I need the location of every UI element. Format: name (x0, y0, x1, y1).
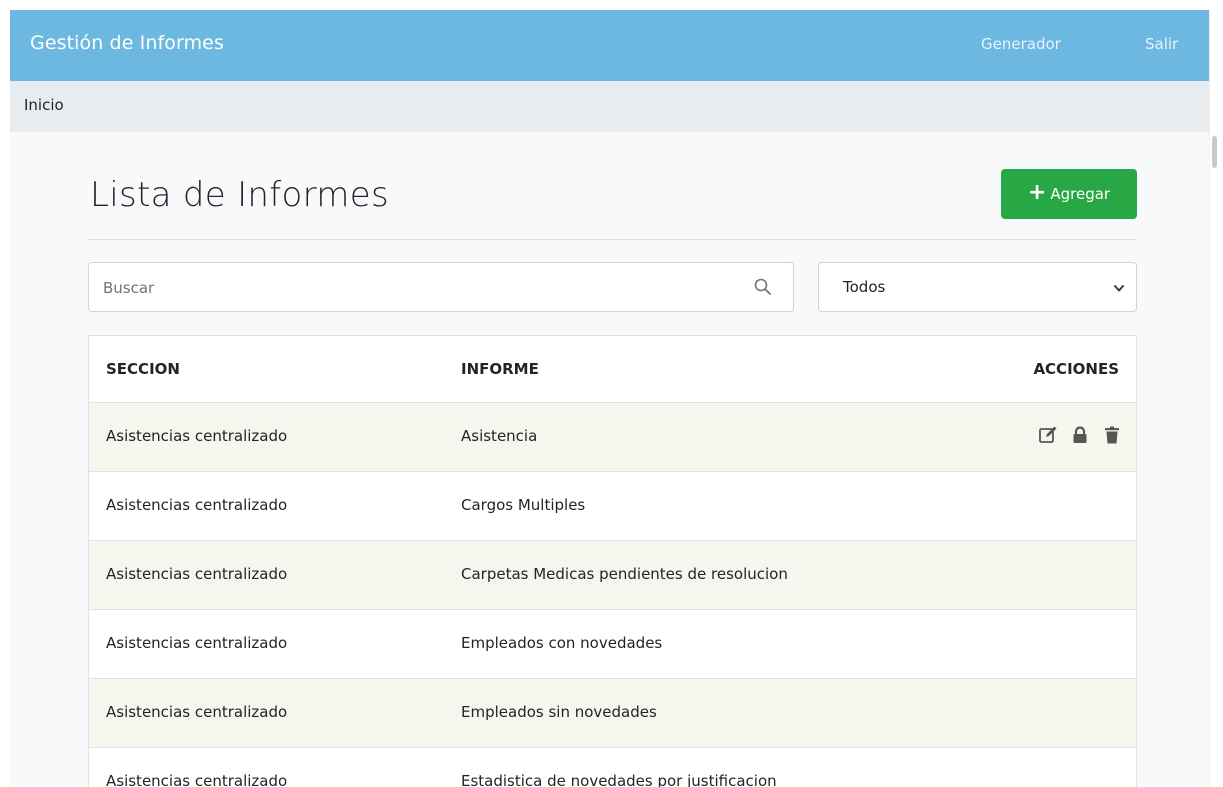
table-row[interactable]: Asistencias centralizado Empleados sin n… (89, 678, 1136, 747)
nav-link-generador[interactable]: Generador (981, 35, 1061, 53)
row-actions (1038, 425, 1122, 445)
cell-informe: Carpetas Medicas pendientes de resolucio… (461, 565, 788, 583)
breadcrumb: Inicio (10, 81, 1210, 132)
vertical-scrollbar[interactable] (1209, 10, 1223, 787)
column-header-acciones: ACCIONES (1033, 360, 1119, 378)
cell-seccion: Asistencias centralizado (106, 703, 288, 721)
edit-icon[interactable] (1038, 425, 1058, 445)
column-header-informe: INFORME (461, 360, 539, 378)
column-header-seccion: SECCION (106, 360, 180, 378)
select-value: Todos (843, 278, 886, 296)
scrollbar-thumb[interactable] (1212, 136, 1217, 168)
brand-link[interactable]: Gestión de Informes (30, 32, 224, 54)
header-divider (88, 239, 1137, 240)
cell-informe: Estadistica de novedades por justificaci… (461, 772, 777, 787)
table-row[interactable]: Asistencias centralizado Estadistica de … (89, 747, 1136, 787)
table-row[interactable]: Asistencias centralizado Empleados con n… (89, 609, 1136, 678)
page-title: Lista de Informes (90, 175, 389, 215)
breadcrumb-item-inicio[interactable]: Inicio (24, 96, 64, 114)
add-button-label: Agregar (1050, 185, 1111, 203)
search-box[interactable] (88, 262, 794, 312)
table-row[interactable]: Asistencias centralizado Carpetas Medica… (89, 540, 1136, 609)
add-button[interactable]: + Agregar (1001, 169, 1137, 219)
search-icon[interactable] (753, 277, 773, 297)
chevron-down-icon (1114, 285, 1124, 292)
cell-informe: Asistencia (461, 427, 538, 445)
trash-icon[interactable] (1102, 425, 1122, 445)
informes-table: SECCION INFORME ACCIONES Asistencias cen… (88, 335, 1137, 787)
navbar: Gestión de Informes Generador Salir (10, 10, 1210, 81)
app-page: Gestión de Informes Generador Salir Inic… (10, 10, 1210, 787)
section-filter-select[interactable]: Todos (818, 262, 1137, 312)
cell-seccion: Asistencias centralizado (106, 427, 288, 445)
table-row[interactable]: Asistencias centralizado Cargos Multiple… (89, 471, 1136, 540)
cell-seccion: Asistencias centralizado (106, 496, 288, 514)
cell-informe: Cargos Multiples (461, 496, 586, 514)
cell-seccion: Asistencias centralizado (106, 565, 288, 583)
plus-icon: + (1027, 180, 1047, 205)
cell-informe: Empleados sin novedades (461, 703, 657, 721)
table-row[interactable]: Asistencias centralizado Asistencia (89, 402, 1136, 471)
nav-link-salir[interactable]: Salir (1145, 35, 1178, 53)
cell-seccion: Asistencias centralizado (106, 772, 288, 787)
table-header: SECCION INFORME ACCIONES (89, 336, 1136, 404)
lock-icon[interactable] (1070, 425, 1090, 445)
cell-informe: Empleados con novedades (461, 634, 663, 652)
cell-seccion: Asistencias centralizado (106, 634, 288, 652)
search-input[interactable] (101, 273, 725, 303)
